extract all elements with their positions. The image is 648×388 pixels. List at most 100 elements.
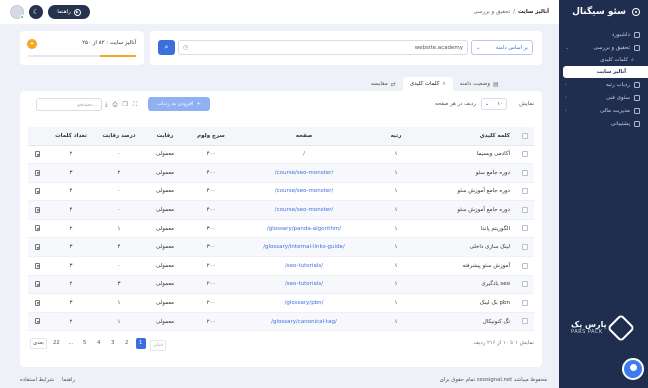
cell-keyword-count: ۳ (46, 293, 96, 313)
document-icon[interactable] (34, 299, 40, 306)
row-details-icon (28, 275, 46, 295)
sidebar-item-technical-seo[interactable]: ‹ سئوی فنی (559, 91, 648, 104)
cell-page-link[interactable]: /course/seo-monster/ (234, 163, 374, 183)
page-button[interactable]: 22 (51, 338, 62, 349)
cell-competition: معمولی (142, 182, 188, 202)
sidebar-item-site-analysis[interactable]: آنالیز سایت (563, 66, 648, 78)
document-icon[interactable] (34, 318, 40, 325)
row-checkbox[interactable] (522, 318, 528, 325)
rows-per-page-value: ۱۰ (497, 101, 503, 107)
row-checkbox[interactable] (522, 206, 528, 213)
cell-page-link[interactable]: /glossary/canonical-tag/ (234, 312, 374, 332)
document-icon[interactable] (34, 262, 40, 269)
row-checkbox[interactable] (522, 188, 528, 195)
page-button[interactable]: 5 (80, 338, 90, 349)
prev-page-button[interactable]: قبلی (149, 339, 167, 351)
sidebar-item-keywords[interactable]: کلمات کلیدی ⌕ (559, 54, 648, 66)
row-checkbox[interactable] (522, 262, 528, 269)
showing-rows-text: نمایش ۱ تا ۱۰ از ۲۱۶ ردیف (473, 340, 534, 346)
cell-rank: ۱ (374, 312, 418, 332)
parspack-logo-icon (606, 313, 635, 343)
document-icon[interactable] (34, 281, 40, 288)
sidebar-item-rank-tracker[interactable]: ‹ ردیاب رتبه (559, 78, 648, 91)
header-keyword-count[interactable]: تعداد کلمات (46, 127, 96, 146)
header-competition-pct[interactable]: درصد رقابت (96, 127, 142, 146)
row-checkbox[interactable] (522, 299, 528, 306)
fullscreen-icon[interactable]: ⛶ (133, 101, 137, 109)
url-input[interactable]: ◷ website.academy (178, 40, 468, 55)
copy-icon[interactable]: ❐ (122, 101, 127, 109)
print-icon[interactable]: ⎙ (113, 101, 118, 109)
page-button[interactable]: 3 (108, 338, 118, 349)
table-row: ۲ ۱ معمولی ۲۰۰/glossary/canonical-tag/۱ تگ ک… (28, 312, 534, 332)
cell-rank: ۱ (374, 219, 418, 239)
select-all-checkbox[interactable] (522, 132, 528, 139)
cell-keyword-count: ۳ (46, 237, 96, 258)
download-icon[interactable]: ⤓ (105, 101, 108, 109)
row-checkbox[interactable] (522, 225, 528, 232)
row-checkbox[interactable] (522, 151, 528, 158)
cell-page-link[interactable]: /seo-tutorials/ (234, 275, 374, 295)
page-button[interactable]: 4 (94, 338, 104, 349)
table-search-input[interactable]: جستجو... (36, 98, 102, 111)
header-volume[interactable]: سرچ ولوم (188, 127, 234, 146)
sidebar-item-support[interactable]: پشتیبانی (559, 117, 648, 130)
table-row: ۴ ۰ معمولی ۴۰۰/course/seo-monster/۱ دوره جام… (28, 200, 534, 220)
row-checkbox[interactable] (522, 169, 528, 176)
document-icon[interactable] (34, 188, 40, 195)
tab-domain-status[interactable]: وضعیت دامنه ▤ (453, 77, 506, 91)
moon-icon[interactable]: ☾ (29, 5, 43, 19)
row-checkbox[interactable] (522, 244, 528, 251)
page-ellipsis: ... (68, 340, 74, 346)
row-details-icon (28, 182, 46, 202)
sidebar-item-label: سئوی فنی (605, 94, 630, 101)
page-button-current[interactable]: 1 (135, 337, 146, 349)
compare-icon: ⇄ (390, 80, 396, 88)
search-mode-select[interactable]: ⌄ بر اساس دامنه (471, 40, 533, 55)
cell-page-link[interactable]: /glossary/pbn/ (234, 293, 374, 313)
cell-keyword-count: ۲ (46, 219, 96, 239)
quota-icon: ✦ (27, 39, 37, 49)
next-page-button[interactable]: بعدی (30, 337, 47, 349)
header-page[interactable]: صفحه (234, 127, 374, 146)
cell-page-link[interactable]: / (234, 145, 374, 165)
cell-page-link[interactable]: /course/seo-monster/ (234, 182, 374, 202)
document-icon[interactable] (34, 151, 40, 158)
cell-volume: ۲۰۰ (188, 256, 234, 276)
footer-terms-link[interactable]: شرایط استفاده (20, 377, 54, 383)
tab-keywords[interactable]: کلمات کلیدی ⌕ (402, 77, 453, 91)
cell-page-link[interactable]: /glossary/internal-links-guide/ (234, 237, 374, 258)
cell-page-link[interactable]: /glossary/panda-algorithm/ (234, 219, 374, 239)
rows-per-page-select[interactable]: ⌄ ۱۰ (481, 98, 507, 110)
page-button[interactable]: 2 (122, 338, 132, 349)
user-avatar-icon[interactable] (10, 5, 24, 19)
cell-page-link[interactable]: /seo-tutorials/ (234, 256, 374, 276)
footer-guide-link[interactable]: راهنما (62, 377, 75, 383)
header-competition[interactable]: رقابت (142, 127, 188, 146)
add-to-tracker-button[interactable]: افزودن به ردیاب + (148, 97, 210, 111)
cell-competition: معمولی (142, 145, 188, 165)
sidebar-item-dashboard[interactable]: داشبورد (559, 28, 648, 41)
sidebar-toggle-icon[interactable] (632, 8, 640, 16)
breadcrumb-parent[interactable]: تحقیق و بررسی (473, 9, 510, 15)
document-icon[interactable] (34, 206, 40, 213)
header-rank[interactable]: رتبه (374, 127, 418, 146)
header-keyword[interactable]: کلمه کلیدی (418, 127, 516, 146)
cell-page-link[interactable]: /course/seo-monster/ (234, 200, 374, 220)
document-icon[interactable] (34, 244, 40, 251)
play-icon: ▶ (73, 8, 81, 16)
row-checkbox[interactable] (522, 281, 528, 288)
rows-per-page-label: ردیف در هر صفحه (435, 101, 476, 107)
document-icon[interactable] (34, 225, 40, 232)
cell-rank: ۱ (374, 200, 418, 220)
guide-button[interactable]: راهنما ▶ (48, 5, 90, 19)
row-details-icon (28, 219, 46, 239)
search-mode-label: بر اساس دامنه (495, 44, 528, 51)
search-button[interactable]: ⌕ (158, 40, 175, 55)
sidebar-item-research[interactable]: ⌄ تحقیق و بررسی (559, 41, 648, 54)
tab-compare[interactable]: مقایسه ⇄ (364, 77, 403, 91)
document-icon[interactable] (34, 169, 40, 176)
support-chat-avatar[interactable] (622, 358, 644, 380)
history-icon[interactable]: ◷ (183, 44, 188, 51)
sidebar-item-finance[interactable]: ‹ مدیریت مالی (559, 104, 648, 117)
